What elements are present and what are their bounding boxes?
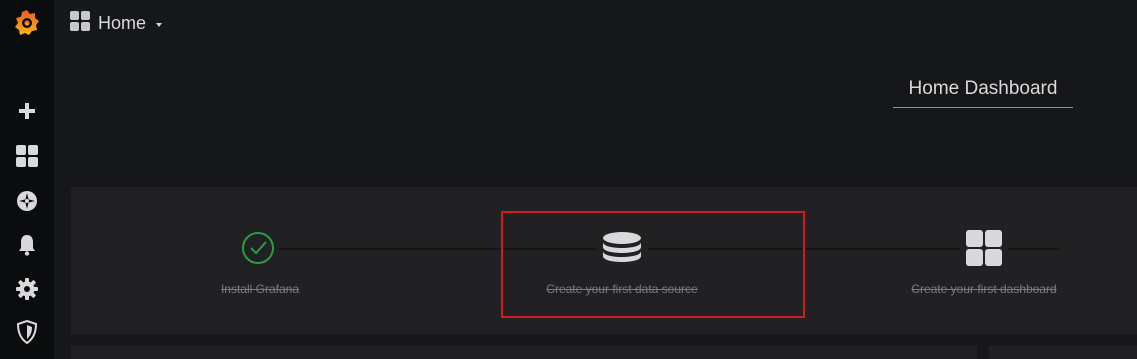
highlight-box (501, 211, 805, 318)
sidebar (0, 0, 54, 359)
installed-apps-panel (989, 346, 1137, 359)
starred-dashboards-panel (71, 346, 977, 359)
step-create-dashboard[interactable]: Create your first dashboard (911, 282, 1056, 296)
caret-down-icon[interactable] (156, 23, 163, 27)
explore-compass-icon[interactable] (0, 183, 54, 219)
configuration-gear-icon[interactable] (0, 271, 54, 307)
dashboard-name[interactable]: Home (98, 13, 146, 34)
dashboard-picker[interactable]: Home (70, 10, 163, 36)
dashboards-icon (70, 10, 90, 36)
server-admin-shield-icon[interactable] (0, 314, 54, 350)
step-install-grafana[interactable]: Install Grafana (221, 282, 299, 296)
home-dashboard-title: Home Dashboard (893, 78, 1073, 108)
alerting-bell-icon[interactable] (0, 227, 54, 263)
dashboards-icon (960, 228, 1008, 268)
dashboards-icon[interactable] (0, 138, 54, 174)
plus-icon[interactable] (0, 93, 54, 129)
check-circle-icon (237, 229, 279, 267)
top-navbar: Home (54, 0, 1137, 46)
grafana-logo-icon[interactable] (0, 5, 54, 41)
